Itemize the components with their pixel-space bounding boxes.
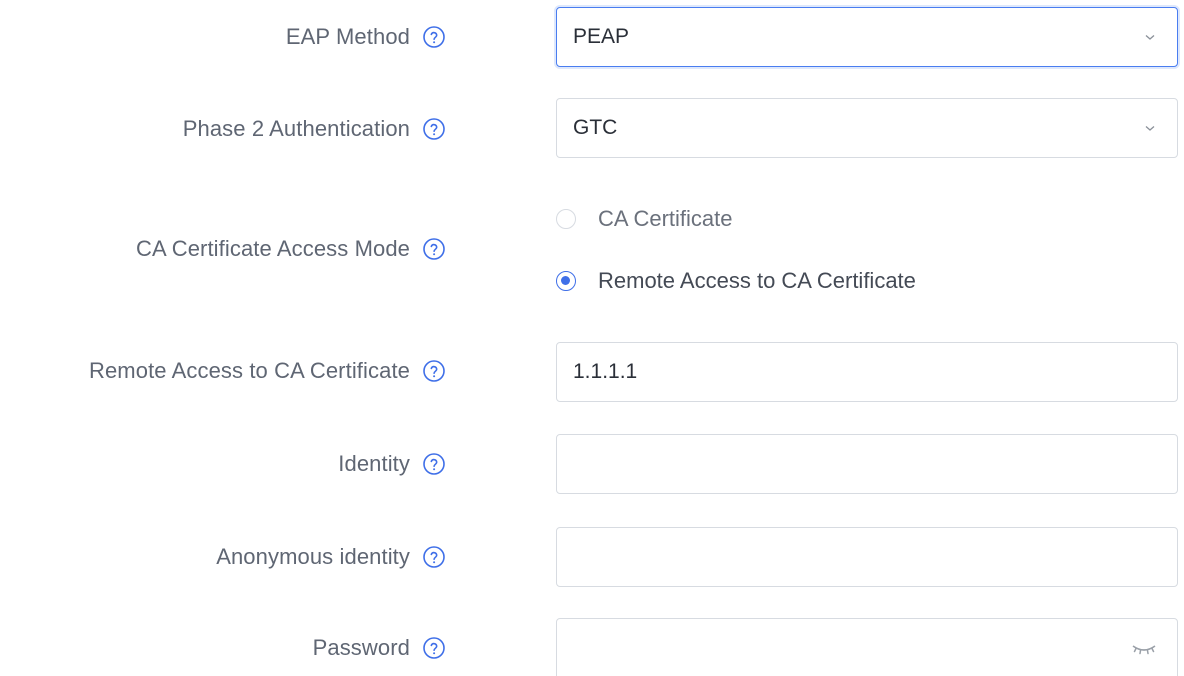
password-label-wrap: Password [313,633,446,663]
help-icon[interactable] [422,452,446,476]
password-row: Password [0,616,1184,676]
ca-mode-label: CA Certificate Access Mode [135,236,410,261]
eap-method-label: EAP Method [285,24,410,49]
ca-mode-row: CA Certificate Access Mode CA Certificat… [0,190,1184,320]
phase2-row: Phase 2 Authentication GTC [0,96,1184,166]
identity-input[interactable] [556,434,1178,494]
eap-method-select[interactable]: PEAP [556,7,1178,67]
remote-ca-label: Remote Access to CA Certificate [88,358,410,383]
identity-label: Identity [338,451,410,476]
identity-row: Identity [0,432,1184,502]
remote-ca-value: 1.1.1.1 [573,360,638,383]
help-icon[interactable] [422,636,446,660]
phase2-label: Phase 2 Authentication [182,116,410,141]
phase2-select[interactable]: GTC [556,98,1178,158]
wifi-eap-settings-form: EAP Method PEAP Phase 2 Authentication G… [0,0,1184,676]
anonymous-identity-row: Anonymous identity [0,524,1184,594]
remote-ca-input[interactable]: 1.1.1.1 [556,342,1178,402]
help-icon[interactable] [422,359,446,383]
ca-mode-option-label: Remote Access to CA Certificate [598,268,916,293]
ca-mode-label-wrap: CA Certificate Access Mode [136,234,446,264]
remote-ca-row: Remote Access to CA Certificate 1.1.1.1 [0,340,1184,410]
radio-unchecked[interactable] [556,209,576,229]
eap-method-row: EAP Method PEAP [0,0,1184,80]
eap-method-label-wrap: EAP Method [286,22,446,52]
remote-ca-label-wrap: Remote Access to CA Certificate [89,356,446,386]
ca-mode-option-ca-certificate[interactable]: CA Certificate [556,206,733,232]
ca-mode-option-remote-access[interactable]: Remote Access to CA Certificate [556,268,916,294]
help-icon[interactable] [422,25,446,49]
password-input[interactable] [556,618,1178,676]
anonymous-identity-label-wrap: Anonymous identity [216,542,446,572]
eye-closed-icon[interactable] [1131,641,1157,657]
anonymous-identity-input[interactable] [556,527,1178,587]
anonymous-identity-label: Anonymous identity [216,544,410,569]
help-icon[interactable] [422,237,446,261]
help-icon[interactable] [422,545,446,569]
phase2-label-wrap: Phase 2 Authentication [183,114,446,144]
help-icon[interactable] [422,117,446,141]
ca-mode-option-label: CA Certificate [598,206,733,231]
eap-method-value: PEAP [573,25,630,48]
password-label: Password [312,635,410,660]
chevron-down-icon [1145,35,1155,40]
phase2-value: GTC [573,116,618,139]
chevron-down-icon [1145,126,1155,131]
identity-label-wrap: Identity [338,449,446,479]
radio-checked[interactable] [556,271,576,291]
